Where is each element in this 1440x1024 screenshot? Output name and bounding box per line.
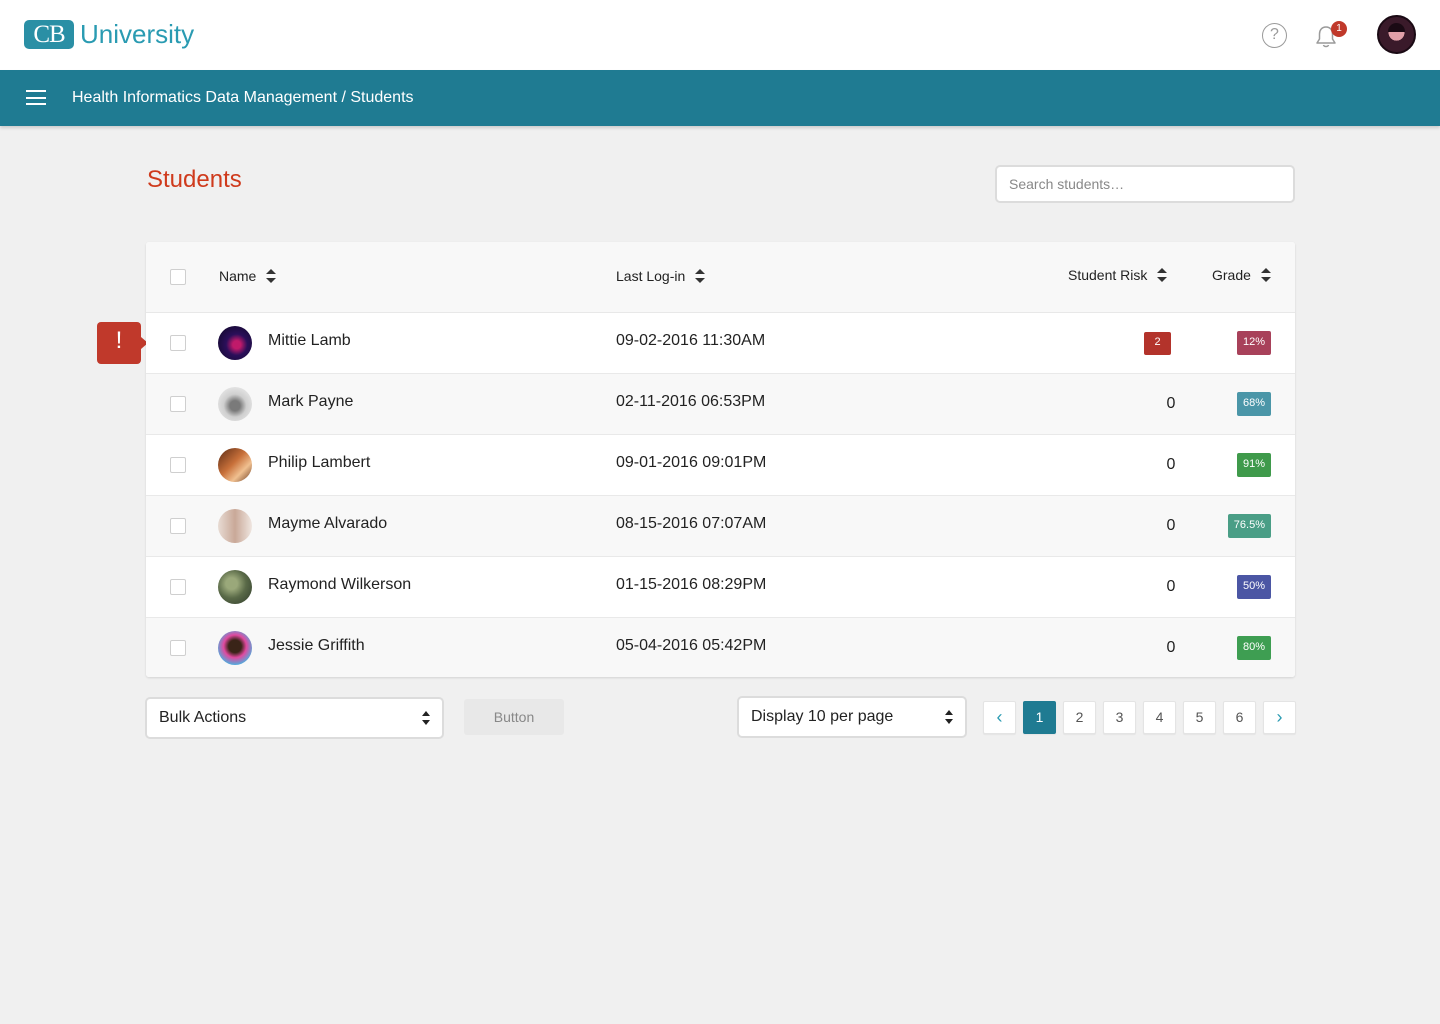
bulk-actions-select[interactable]: Bulk Actions: [145, 697, 444, 739]
alert-flag[interactable]: !: [97, 322, 148, 364]
column-header-risk[interactable]: Student Risk: [1068, 267, 1168, 283]
risk-value: 0: [1166, 578, 1176, 595]
logo-text: University: [80, 19, 195, 49]
apply-button[interactable]: Button: [464, 699, 564, 735]
table-row[interactable]: Raymond Wilkerson 01-15-2016 08:29PM 0 5…: [146, 557, 1295, 618]
table-header: Name Last Log-in Student Risk Grade: [146, 242, 1295, 313]
prev-page-icon[interactable]: ‹: [983, 701, 1016, 734]
grade-badge: 50%: [1236, 575, 1271, 599]
top-header: CB University ? 1: [0, 0, 1440, 70]
grade-badge: 76.5%: [1227, 514, 1271, 538]
row-checkbox[interactable]: [170, 579, 186, 595]
breadcrumb-separator: /: [337, 89, 351, 106]
menu-icon[interactable]: [26, 90, 46, 105]
sort-icon: [695, 268, 706, 284]
logo-initials: CB: [24, 20, 74, 49]
breadcrumb-current: Students: [350, 89, 414, 106]
grade-badge: 91%: [1236, 453, 1271, 477]
per-page-select[interactable]: Display 10 per page: [737, 696, 967, 738]
logo[interactable]: CB University: [24, 20, 194, 49]
column-header-risk-label: Student Risk: [1068, 267, 1148, 283]
student-name[interactable]: Jessie Griffith: [268, 637, 365, 655]
notification-count-badge: 1: [1331, 21, 1347, 37]
row-checkbox[interactable]: [170, 640, 186, 656]
navbar: Health Informatics Data Management / Stu…: [0, 70, 1440, 126]
table-row[interactable]: Mark Payne 02-11-2016 06:53PM 0 68%: [146, 374, 1295, 435]
column-header-name[interactable]: Name: [219, 268, 277, 284]
select-arrows-icon: [945, 710, 953, 726]
table-row[interactable]: Mittie Lamb 09-02-2016 11:30AM 2 12%: [146, 313, 1295, 374]
risk-badge: 2: [1144, 332, 1171, 355]
risk-value: 0: [1166, 395, 1176, 412]
last-login: 01-15-2016 08:29PM: [616, 576, 767, 593]
help-icon[interactable]: ?: [1262, 23, 1287, 48]
risk-value: 0: [1166, 517, 1176, 534]
page-2[interactable]: 2: [1063, 701, 1096, 734]
grade-badge: 68%: [1236, 392, 1271, 416]
select-all-checkbox[interactable]: [170, 269, 186, 285]
last-login: 09-02-2016 11:30AM: [616, 332, 766, 349]
select-arrows-icon: [422, 711, 430, 727]
breadcrumb: Health Informatics Data Management / Stu…: [72, 88, 414, 108]
student-name[interactable]: Philip Lambert: [268, 454, 370, 472]
avatar: [218, 387, 252, 421]
page-title: Students: [147, 166, 242, 193]
student-name[interactable]: Mayme Alvarado: [268, 515, 387, 533]
last-login: 08-15-2016 07:07AM: [616, 515, 767, 532]
column-header-last-login-label: Last Log-in: [616, 268, 686, 284]
bulk-actions-value: Bulk Actions: [159, 709, 247, 726]
last-login: 09-01-2016 09:01PM: [616, 454, 767, 471]
next-page-icon[interactable]: ›: [1263, 701, 1296, 734]
notifications-button[interactable]: 1: [1313, 21, 1347, 50]
last-login: 05-04-2016 05:42PM: [616, 637, 767, 654]
profile-avatar[interactable]: [1377, 15, 1416, 54]
table-row[interactable]: Mayme Alvarado 08-15-2016 07:07AM 0 76.5…: [146, 496, 1295, 557]
page-6[interactable]: 6: [1223, 701, 1256, 734]
avatar: [218, 448, 252, 482]
students-table: Name Last Log-in Student Risk Grade Mitt…: [146, 242, 1295, 677]
row-checkbox[interactable]: [170, 457, 186, 473]
page-4[interactable]: 4: [1143, 701, 1176, 734]
risk-value: 0: [1166, 456, 1176, 473]
table-row[interactable]: Philip Lambert 09-01-2016 09:01PM 0 91%: [146, 435, 1295, 496]
column-header-grade-label: Grade: [1212, 267, 1251, 283]
column-header-last-login[interactable]: Last Log-in: [616, 268, 706, 284]
avatar: [218, 509, 252, 543]
column-header-grade[interactable]: Grade: [1212, 267, 1271, 283]
student-name[interactable]: Mark Payne: [268, 393, 353, 411]
student-name[interactable]: Mittie Lamb: [268, 332, 351, 350]
student-name[interactable]: Raymond Wilkerson: [268, 576, 411, 594]
search-input[interactable]: [995, 165, 1295, 203]
last-login: 02-11-2016 06:53PM: [616, 393, 766, 410]
breadcrumb-course[interactable]: Health Informatics Data Management: [72, 89, 337, 106]
per-page-value: Display 10 per page: [751, 708, 894, 725]
grade-badge: 80%: [1236, 636, 1271, 660]
risk-value: 0: [1166, 639, 1176, 656]
sort-icon: [1157, 267, 1168, 283]
row-checkbox[interactable]: [170, 396, 186, 412]
avatar: [218, 326, 252, 360]
page-1[interactable]: 1: [1023, 701, 1056, 734]
column-header-name-label: Name: [219, 268, 257, 284]
avatar: [218, 570, 252, 604]
sort-icon: [266, 268, 277, 284]
sort-icon: [1260, 267, 1271, 283]
row-checkbox[interactable]: [170, 518, 186, 534]
avatar: [218, 631, 252, 665]
grade-badge: 12%: [1236, 331, 1271, 355]
table-row[interactable]: Jessie Griffith 05-04-2016 05:42PM 0 80%: [146, 618, 1295, 677]
row-checkbox[interactable]: [170, 335, 186, 351]
page-5[interactable]: 5: [1183, 701, 1216, 734]
page-3[interactable]: 3: [1103, 701, 1136, 734]
